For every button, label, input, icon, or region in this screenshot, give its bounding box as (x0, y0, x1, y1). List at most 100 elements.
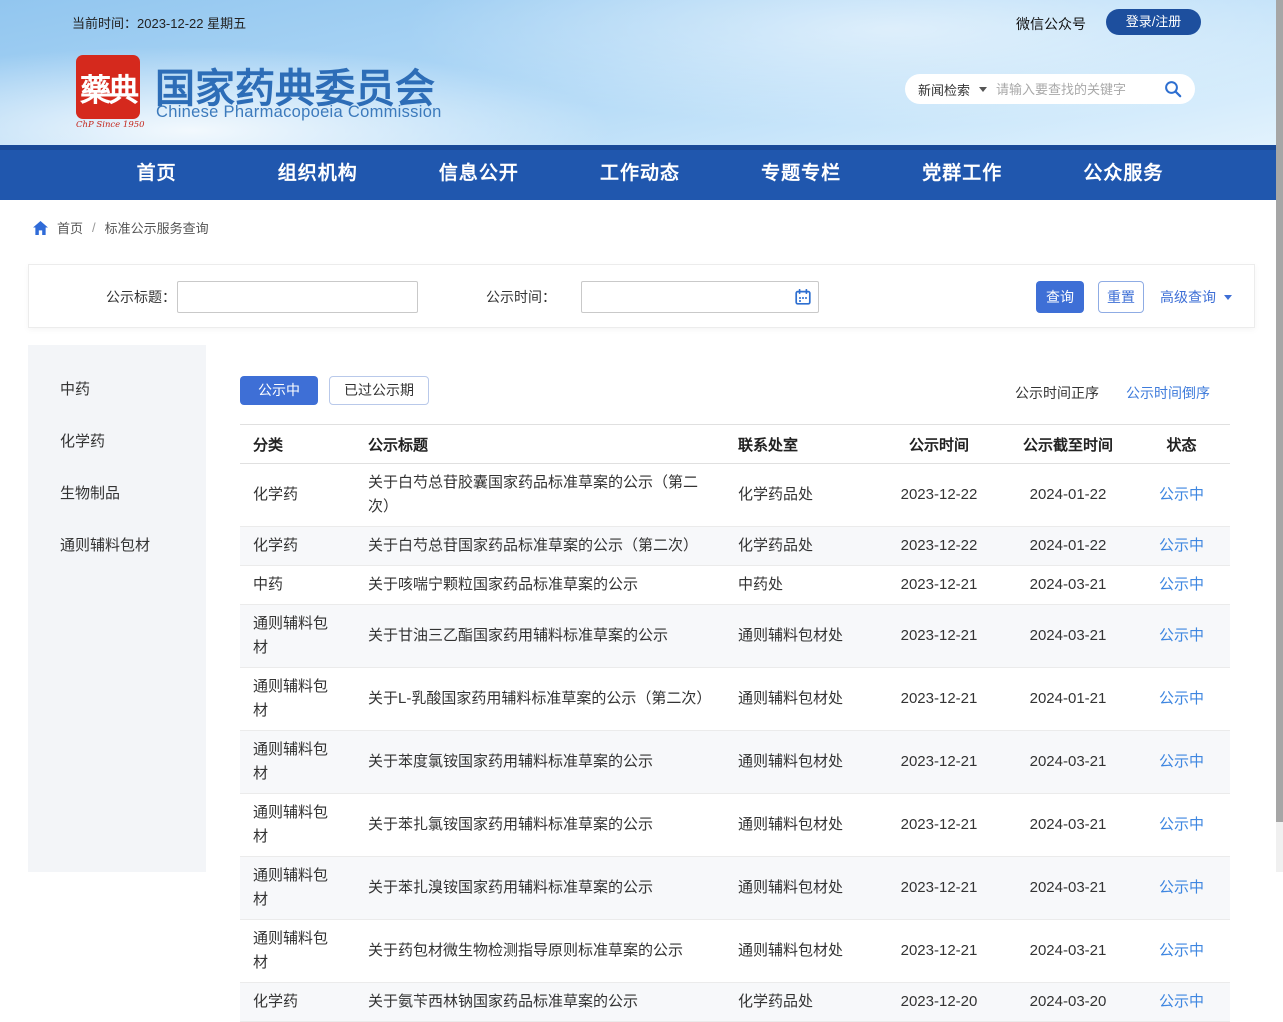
status-link[interactable]: 公示中 (1159, 942, 1204, 959)
nav-item-5[interactable]: 党群工作 (882, 145, 1043, 200)
cell-title[interactable]: 关于白芍总苷胶囊国家药品标准草案的公示（第二次） (355, 464, 725, 527)
cell-end-time: 2024-03-21 (1003, 794, 1133, 857)
cell-end-time: 2024-01-22 (1003, 527, 1133, 566)
tab-active-publicity[interactable]: 公示中 (240, 376, 318, 405)
site-logo[interactable]: 藥典 ChP Since 1950 (76, 55, 145, 130)
cell-end-time: 2024-03-21 (1003, 920, 1133, 983)
cell-start-time: 2023-12-21 (875, 668, 1003, 731)
cell-title[interactable]: 关于咳喘宁颗粒国家药品标准草案的公示 (355, 566, 725, 605)
table-row: 通则辅料包材 关于L-乳酸国家药用辅料标准草案的公示（第二次） 通则辅料包材处 … (240, 668, 1230, 731)
status-link[interactable]: 公示中 (1159, 537, 1204, 554)
header: 当前时间：2023-12-22 星期五 微信公众号 登录/注册 藥典 ChP S… (0, 0, 1276, 145)
col-end-time: 公示截至时间 (1003, 425, 1133, 464)
nav-item-1[interactable]: 组织机构 (237, 145, 398, 200)
scrollbar-thumb[interactable] (1276, 0, 1283, 822)
login-register-button[interactable]: 登录/注册 (1106, 9, 1201, 35)
table-row: 通则辅料包材 关于甘油三乙酯国家药用辅料标准草案的公示 通则辅料包材处 2023… (240, 605, 1230, 668)
table-row: 化学药 关于白芍总苷胶囊国家药品标准草案的公示（第二次） 化学药品处 2023-… (240, 464, 1230, 527)
cell-office: 化学药品处 (725, 527, 875, 566)
query-button[interactable]: 查询 (1036, 281, 1084, 313)
advanced-query-label: 高级查询 (1160, 287, 1216, 307)
breadcrumb-current: 标准公示服务查询 (105, 218, 209, 237)
table-row: 中药 关于咳喘宁颗粒国家药品标准草案的公示 中药处 2023-12-21 202… (240, 566, 1230, 605)
main-panel: 公示中 已过公示期 公示时间正序 公示时间倒序 分类 公示标题 联系处室 公示时… (215, 345, 1255, 872)
cell-category: 化学药 (240, 527, 355, 566)
search-category-select[interactable]: 新闻检索 (918, 80, 970, 99)
cell-office: 通则辅料包材处 (725, 794, 875, 857)
search-icon[interactable] (1164, 80, 1182, 98)
home-icon[interactable] (33, 221, 48, 235)
filter-title-input[interactable] (177, 281, 418, 313)
sort-time-desc[interactable]: 公示时间倒序 (1126, 383, 1210, 403)
breadcrumb-separator: / (92, 220, 96, 235)
status-link[interactable]: 公示中 (1159, 879, 1204, 896)
cell-title[interactable]: 关于白芍总苷国家药品标准草案的公示（第二次） (355, 527, 725, 566)
cell-start-time: 2023-12-22 (875, 464, 1003, 527)
cell-start-time: 2023-12-21 (875, 566, 1003, 605)
cell-end-time: 2024-03-21 (1003, 857, 1133, 920)
cell-title[interactable]: 关于苯度氯铵国家药用辅料标准草案的公示 (355, 731, 725, 794)
sidebar-item-1[interactable]: 化学药 (28, 416, 206, 468)
cell-end-time: 2024-03-21 (1003, 566, 1133, 605)
sort-time-asc[interactable]: 公示时间正序 (1015, 383, 1099, 403)
status-link[interactable]: 公示中 (1159, 486, 1204, 503)
col-start-time: 公示时间 (875, 425, 1003, 464)
cell-category: 通则辅料包材 (240, 920, 355, 983)
search-input[interactable] (996, 82, 1164, 97)
cell-category: 通则辅料包材 (240, 794, 355, 857)
sidebar-item-2[interactable]: 生物制品 (28, 468, 206, 520)
caret-down-icon (1224, 295, 1232, 304)
table-header-row: 分类 公示标题 联系处室 公示时间 公示截至时间 状态 (240, 425, 1230, 464)
nav-item-3[interactable]: 工作动态 (559, 145, 720, 200)
caret-down-icon (979, 87, 987, 96)
status-link[interactable]: 公示中 (1159, 627, 1204, 644)
cell-title[interactable]: 关于药包材微生物检测指导原则标准草案的公示 (355, 920, 725, 983)
cell-category: 通则辅料包材 (240, 731, 355, 794)
cell-end-time: 2024-03-20 (1003, 983, 1133, 1022)
status-link[interactable]: 公示中 (1159, 993, 1204, 1010)
cell-title[interactable]: 关于L-乳酸国家药用辅料标准草案的公示（第二次） (355, 668, 725, 731)
status-link[interactable]: 公示中 (1159, 690, 1204, 707)
cell-title[interactable]: 关于甘油三乙酯国家药用辅料标准草案的公示 (355, 605, 725, 668)
advanced-query-toggle[interactable]: 高级查询 (1160, 265, 1232, 329)
sidebar-item-3[interactable]: 通则辅料包材 (28, 520, 206, 572)
category-sidebar: 中药化学药生物制品通则辅料包材 (28, 345, 206, 872)
status-link[interactable]: 公示中 (1159, 816, 1204, 833)
breadcrumb-home[interactable]: 首页 (57, 218, 83, 237)
nav-item-0[interactable]: 首页 (76, 145, 237, 200)
reset-button[interactable]: 重置 (1098, 281, 1144, 313)
cell-end-time: 2024-03-21 (1003, 731, 1133, 794)
cell-category: 通则辅料包材 (240, 668, 355, 731)
nav-item-4[interactable]: 专题专栏 (721, 145, 882, 200)
cell-office: 通则辅料包材处 (725, 731, 875, 794)
nav-item-6[interactable]: 公众服务 (1043, 145, 1204, 200)
status-tabs: 公示中 已过公示期 (240, 376, 429, 405)
seal-logo-icon: 藥典 (76, 55, 140, 119)
cell-title[interactable]: 关于苯扎氯铵国家药用辅料标准草案的公示 (355, 794, 725, 857)
col-category: 分类 (240, 425, 355, 464)
col-status: 状态 (1133, 425, 1230, 464)
cell-title[interactable]: 关于氨苄西林钠国家药品标准草案的公示 (355, 983, 725, 1022)
cell-title[interactable]: 关于苯扎溴铵国家药用辅料标准草案的公示 (355, 857, 725, 920)
wechat-link[interactable]: 微信公众号 (1016, 14, 1086, 34)
filter-time-input[interactable] (581, 281, 819, 313)
sidebar-item-0[interactable]: 中药 (28, 364, 206, 416)
status-link[interactable]: 公示中 (1159, 753, 1204, 770)
tab-expired-publicity[interactable]: 已过公示期 (329, 376, 429, 405)
site-search: 新闻检索 (905, 74, 1195, 104)
current-time: 当前时间：2023-12-22 星期五 (72, 13, 246, 32)
calendar-icon[interactable] (795, 289, 811, 305)
filter-title-label: 公示标题： (91, 265, 176, 329)
page-scrollbar (1276, 0, 1283, 872)
cell-office: 中药处 (725, 566, 875, 605)
col-title: 公示标题 (355, 425, 725, 464)
cell-office: 通则辅料包材处 (725, 920, 875, 983)
status-link[interactable]: 公示中 (1159, 576, 1204, 593)
cell-end-time: 2024-01-21 (1003, 668, 1133, 731)
nav-item-2[interactable]: 信息公开 (398, 145, 559, 200)
table-body: 化学药 关于白芍总苷胶囊国家药品标准草案的公示（第二次） 化学药品处 2023-… (240, 464, 1230, 1022)
cell-end-time: 2024-03-21 (1003, 605, 1133, 668)
cell-office: 化学药品处 (725, 983, 875, 1022)
cell-start-time: 2023-12-21 (875, 857, 1003, 920)
cell-office: 化学药品处 (725, 464, 875, 527)
